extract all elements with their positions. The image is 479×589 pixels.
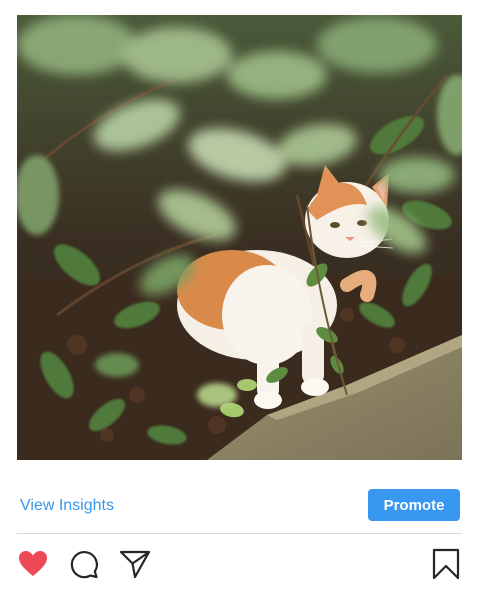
view-insights-link[interactable]: View Insights — [20, 497, 114, 515]
paper-plane-icon[interactable] — [119, 548, 151, 580]
comment-icon[interactable] — [68, 548, 100, 580]
promote-button[interactable]: Promote — [368, 489, 460, 521]
heart-icon[interactable] — [17, 548, 49, 580]
insights-bar: View Insights Promote — [17, 488, 460, 524]
post-photo[interactable] — [17, 15, 462, 460]
bookmark-icon[interactable] — [430, 548, 462, 580]
cat-photo-illustration — [17, 15, 462, 460]
divider — [17, 533, 462, 534]
